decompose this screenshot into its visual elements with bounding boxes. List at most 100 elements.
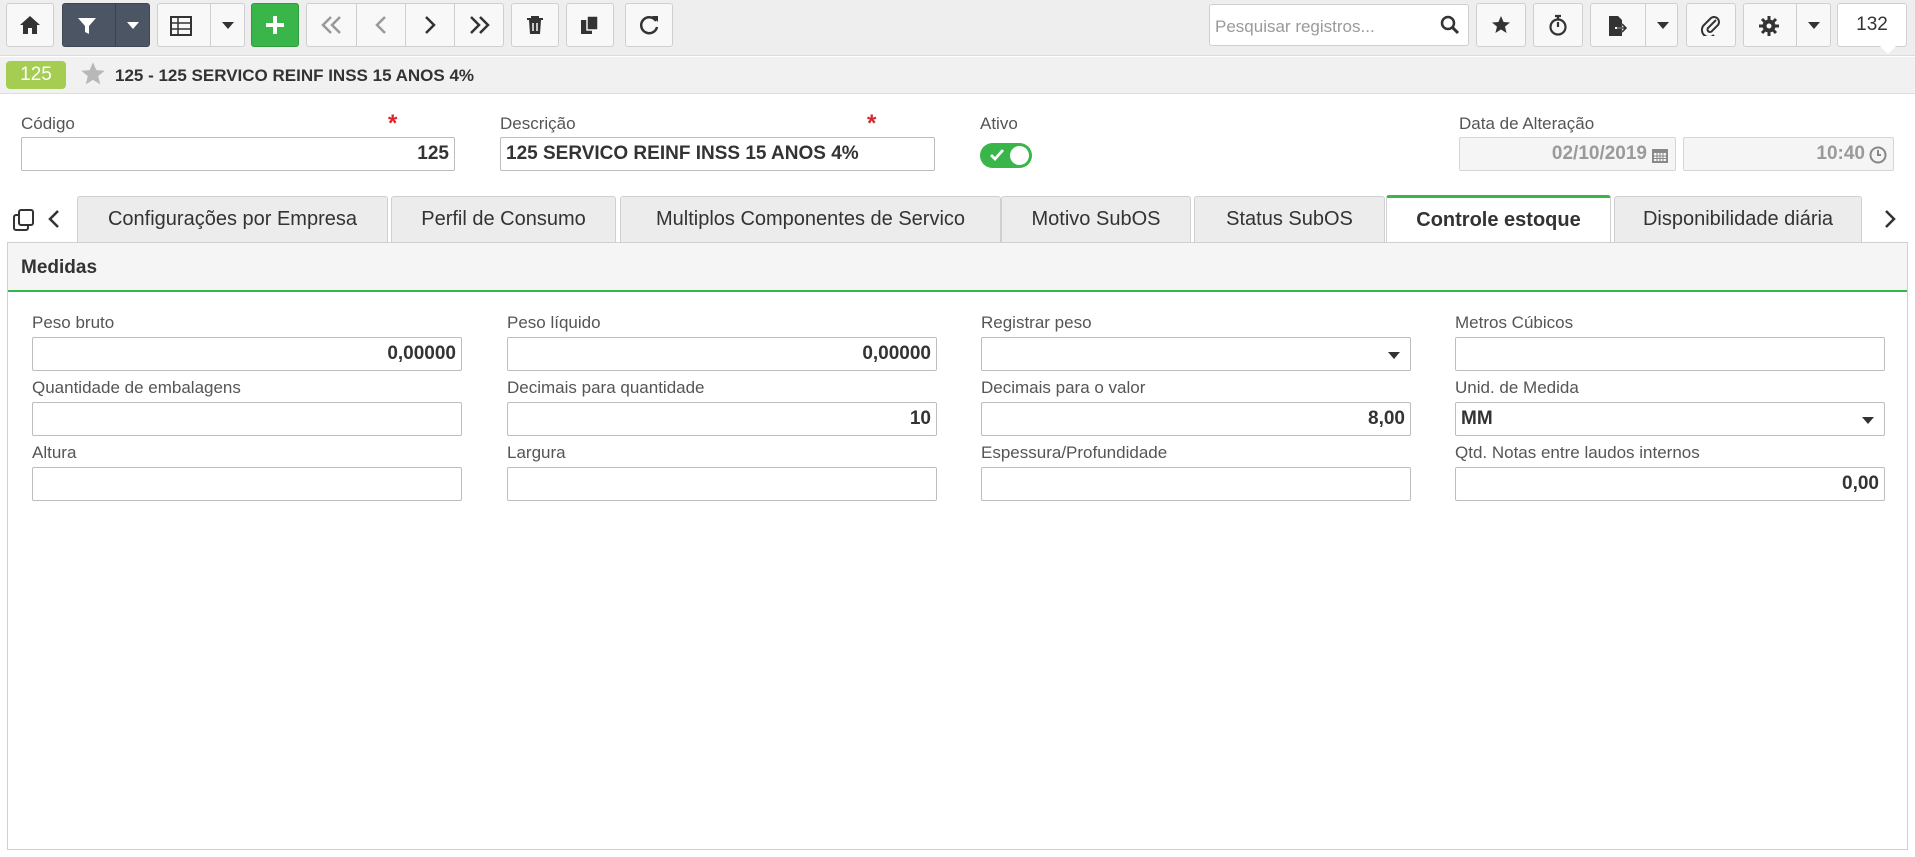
chevron-down-icon[interactable] bbox=[222, 22, 234, 30]
tab-scroll-left-icon[interactable] bbox=[48, 210, 60, 228]
record-counter: 132 bbox=[1837, 3, 1907, 47]
decimais-valor-label: Decimais para o valor bbox=[981, 378, 1146, 397]
favorites-button[interactable] bbox=[1476, 3, 1526, 47]
ativo-toggle[interactable] bbox=[980, 143, 1032, 168]
home-button[interactable] bbox=[6, 3, 54, 47]
export-icon bbox=[1609, 16, 1627, 36]
peso-bruto-field[interactable]: 0,00000 bbox=[32, 337, 462, 371]
peso-bruto-label: Peso bruto bbox=[32, 313, 115, 332]
add-button[interactable] bbox=[251, 3, 299, 47]
copy-icon bbox=[581, 15, 599, 34]
navigation-group bbox=[306, 3, 504, 47]
timer-button[interactable] bbox=[1533, 3, 1583, 47]
qtd-embalagens-label: Quantidade de embalagens bbox=[32, 378, 241, 397]
view-button[interactable] bbox=[157, 3, 245, 47]
peso-liquido-label: Peso líquido bbox=[507, 313, 601, 332]
decimais-valor-field[interactable]: 8,00 bbox=[981, 402, 1411, 436]
toggle-knob bbox=[1010, 146, 1029, 165]
data-alteracao-label: Data de Alteração bbox=[1459, 114, 1595, 133]
gear-icon bbox=[1759, 16, 1779, 36]
search-icon[interactable] bbox=[1440, 15, 1460, 35]
trash-icon bbox=[527, 16, 543, 34]
date-value: 02/10/2019 bbox=[1551, 143, 1647, 164]
codigo-label: Código bbox=[21, 114, 75, 133]
toolbar: Pesquisar registros... 132 bbox=[0, 0, 1915, 56]
copy-tabs-icon[interactable] bbox=[12, 208, 36, 232]
metros-cubicos-label: Metros Cúbicos bbox=[1455, 313, 1574, 332]
qtd-notas-label: Qtd. Notas entre laudos internos bbox=[1455, 443, 1700, 462]
tab-scroll-right-icon[interactable] bbox=[1884, 210, 1896, 228]
tab-perfil-consumo[interactable]: Perfil de Consumo bbox=[391, 196, 616, 242]
filter-icon bbox=[78, 18, 96, 34]
registrar-peso-select[interactable] bbox=[981, 337, 1411, 371]
codigo-required-mark: * bbox=[388, 110, 398, 137]
metros-cubicos-field[interactable] bbox=[1455, 337, 1885, 371]
panel-title: Medidas bbox=[21, 257, 98, 278]
record-id-badge: 125 bbox=[6, 61, 66, 89]
duplicate-button[interactable] bbox=[566, 3, 614, 47]
favorite-star-icon[interactable] bbox=[80, 61, 106, 87]
tab-status-subos[interactable]: Status SubOS bbox=[1194, 196, 1385, 242]
plus-icon bbox=[266, 16, 284, 34]
next-record-button[interactable] bbox=[405, 4, 454, 46]
star-icon bbox=[1492, 16, 1510, 33]
descricao-label: Descrição bbox=[500, 114, 576, 133]
settings-button[interactable] bbox=[1743, 3, 1831, 47]
descricao-field[interactable]: 125 SERVICO REINF INSS 15 ANOS 4% bbox=[500, 137, 935, 171]
prev-record-button[interactable] bbox=[356, 4, 405, 46]
calendar-icon bbox=[1652, 149, 1668, 163]
filter-button[interactable] bbox=[62, 3, 150, 47]
espessura-label: Espessura/Profundidade bbox=[981, 443, 1168, 462]
peso-liquido-field[interactable]: 0,00000 bbox=[507, 337, 937, 371]
medidas-panel: Medidas Peso bruto 0,00000 Peso líquido … bbox=[7, 242, 1908, 850]
first-record-button[interactable] bbox=[307, 4, 356, 46]
refresh-icon bbox=[639, 16, 659, 35]
decimais-quantidade-field[interactable]: 10 bbox=[507, 402, 937, 436]
prev-icon bbox=[374, 16, 386, 34]
first-icon bbox=[320, 16, 341, 34]
record-header: 125 125 - 125 SERVICO REINF INSS 15 ANOS… bbox=[0, 57, 1915, 94]
codigo-field[interactable]: 125 bbox=[21, 137, 455, 171]
record-title: 125 - 125 SERVICO REINF INSS 15 ANOS 4% bbox=[115, 66, 475, 85]
search-placeholder: Pesquisar registros... bbox=[1215, 17, 1375, 36]
search-input[interactable]: Pesquisar registros... bbox=[1209, 4, 1469, 46]
paperclip-icon bbox=[1701, 16, 1720, 36]
table-icon bbox=[170, 16, 192, 36]
clock-icon bbox=[1869, 146, 1887, 164]
altura-label: Altura bbox=[32, 443, 77, 462]
data-alteracao-date-field: 02/10/2019 bbox=[1459, 137, 1676, 171]
time-value: 10:40 bbox=[1816, 143, 1865, 164]
unid-medida-label: Unid. de Medida bbox=[1455, 378, 1579, 397]
home-icon bbox=[20, 16, 40, 34]
largura-label: Largura bbox=[507, 443, 566, 462]
export-button[interactable] bbox=[1590, 3, 1678, 47]
delete-button[interactable] bbox=[511, 3, 559, 47]
espessura-field[interactable] bbox=[981, 467, 1411, 501]
decimais-quantidade-label: Decimais para quantidade bbox=[507, 378, 705, 397]
check-icon bbox=[990, 149, 1005, 162]
tab-controle-estoque[interactable]: Controle estoque bbox=[1386, 195, 1611, 242]
counter-pointer bbox=[1880, 46, 1896, 54]
tab-multiplos-componentes[interactable]: Multiplos Componentes de Servico bbox=[620, 196, 1001, 242]
ativo-label: Ativo bbox=[980, 114, 1018, 133]
chevron-down-icon[interactable] bbox=[127, 22, 139, 30]
unid-medida-select[interactable]: MM bbox=[1455, 402, 1885, 436]
qtd-embalagens-field[interactable] bbox=[32, 402, 462, 436]
altura-field[interactable] bbox=[32, 467, 462, 501]
attachments-button[interactable] bbox=[1686, 3, 1736, 47]
descricao-required-mark: * bbox=[867, 110, 877, 137]
tab-configuracoes-empresa[interactable]: Configurações por Empresa bbox=[77, 196, 388, 242]
chevron-down-icon bbox=[1388, 352, 1400, 359]
largura-field[interactable] bbox=[507, 467, 937, 501]
tab-bar: Configurações por Empresa Perfil de Cons… bbox=[0, 195, 1915, 242]
next-icon bbox=[424, 16, 436, 34]
qtd-notas-field[interactable]: 0,00 bbox=[1455, 467, 1885, 501]
registrar-peso-label: Registrar peso bbox=[981, 313, 1092, 332]
last-icon bbox=[470, 16, 490, 34]
tab-disponibilidade-diaria[interactable]: Disponibilidade diária bbox=[1614, 196, 1862, 242]
refresh-button[interactable] bbox=[625, 3, 673, 47]
chevron-down-icon[interactable] bbox=[1657, 22, 1669, 30]
chevron-down-icon[interactable] bbox=[1808, 22, 1820, 30]
tab-motivo-subos[interactable]: Motivo SubOS bbox=[1001, 196, 1191, 242]
last-record-button[interactable] bbox=[454, 4, 504, 46]
